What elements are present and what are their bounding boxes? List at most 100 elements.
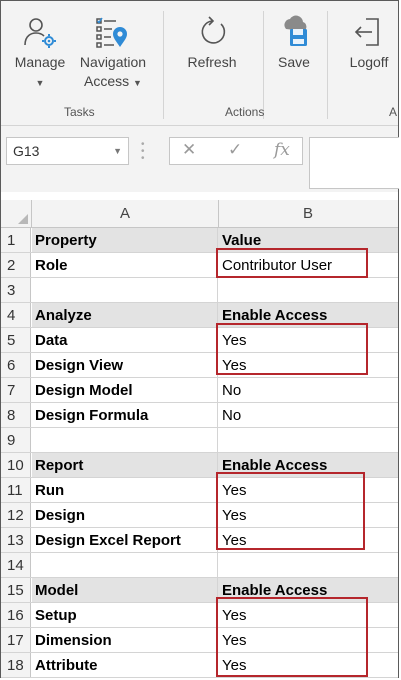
- row-header[interactable]: 6: [1, 353, 31, 377]
- tasks-group-label: Tasks: [64, 105, 95, 119]
- navigation-label: Navigation: [79, 54, 147, 70]
- chevron-down-icon: ▼: [133, 78, 142, 88]
- cell-b[interactable]: Contributor User: [218, 253, 398, 277]
- cell-b[interactable]: Enable Access: [218, 453, 398, 477]
- table-row: 1 Property Value: [1, 228, 398, 253]
- grip-icon[interactable]: • • •: [141, 140, 145, 164]
- cell-b[interactable]: Yes: [218, 503, 398, 527]
- cell-a[interactable]: Report: [32, 453, 218, 477]
- manage-button[interactable]: Manage ▼: [9, 7, 71, 93]
- row-header[interactable]: 8: [1, 403, 31, 427]
- column-header-a[interactable]: A: [32, 200, 219, 227]
- ribbon-separator: [263, 11, 264, 119]
- cell-a[interactable]: [32, 278, 218, 302]
- cell-b[interactable]: Enable Access: [218, 303, 398, 327]
- select-all-corner[interactable]: [1, 200, 32, 227]
- row-header[interactable]: 18: [1, 653, 31, 677]
- cell-a[interactable]: Design Excel Report: [32, 528, 218, 552]
- cell-b[interactable]: [218, 553, 398, 577]
- user-gear-icon: [24, 18, 56, 48]
- table-row: 13 Design Excel Report Yes: [1, 528, 398, 553]
- cell-a[interactable]: [32, 428, 218, 452]
- row-header[interactable]: 2: [1, 253, 31, 277]
- name-box-value: G13: [13, 143, 40, 159]
- row-header[interactable]: 13: [1, 528, 31, 552]
- table-row: 5 Data Yes: [1, 328, 398, 353]
- row-header[interactable]: 12: [1, 503, 31, 527]
- cell-b[interactable]: Yes: [218, 478, 398, 502]
- table-row: 9: [1, 428, 398, 453]
- cell-b[interactable]: Yes: [218, 328, 398, 352]
- enter-icon[interactable]: ✓: [228, 140, 242, 160]
- table-row: 4 Analyze Enable Access: [1, 303, 398, 328]
- table-row: 6 Design View Yes: [1, 353, 398, 378]
- cell-b[interactable]: Yes: [218, 628, 398, 652]
- cell-a[interactable]: Analyze: [32, 303, 218, 327]
- row-header[interactable]: 15: [1, 578, 31, 602]
- formula-bar: G13 ▼ • • • ✕ ✓ fx: [1, 126, 399, 192]
- name-box[interactable]: G13 ▼: [6, 137, 129, 165]
- cancel-icon[interactable]: ✕: [182, 140, 196, 160]
- cell-a[interactable]: Dimension: [32, 628, 218, 652]
- row-header[interactable]: 10: [1, 453, 31, 477]
- table-row: 10 Report Enable Access: [1, 453, 398, 478]
- cell-a[interactable]: Model: [32, 578, 218, 602]
- refresh-icon: [201, 16, 226, 44]
- fx-icon[interactable]: fx: [274, 140, 290, 160]
- row-header[interactable]: 1: [1, 228, 31, 252]
- column-header-b[interactable]: B: [218, 200, 398, 227]
- cell-a[interactable]: Setup: [32, 603, 218, 627]
- cell-a[interactable]: Attribute: [32, 653, 218, 677]
- chevron-down-icon[interactable]: ▼: [113, 138, 122, 164]
- formula-input[interactable]: [309, 137, 399, 189]
- cell-b[interactable]: Enable Access: [218, 578, 398, 602]
- cell-a[interactable]: Design: [32, 503, 218, 527]
- save-button[interactable]: Save: [271, 7, 317, 72]
- cell-b[interactable]: Yes: [218, 603, 398, 627]
- row-header[interactable]: 11: [1, 478, 31, 502]
- logoff-button[interactable]: Logoff: [341, 7, 397, 72]
- refresh-button[interactable]: Refresh: [181, 7, 243, 72]
- row-header[interactable]: 7: [1, 378, 31, 402]
- manage-label: Manage: [14, 54, 66, 70]
- table-row: 12 Design Yes: [1, 503, 398, 528]
- refresh-label: Refresh: [187, 54, 237, 70]
- row-header[interactable]: 14: [1, 553, 31, 577]
- row-header[interactable]: 3: [1, 278, 31, 302]
- table-row: 17 Dimension Yes: [1, 628, 398, 653]
- cell-b[interactable]: Value: [218, 228, 398, 252]
- table-row: 3: [1, 278, 398, 303]
- table-row: 14: [1, 553, 398, 578]
- column-header-row: A B: [1, 200, 398, 228]
- cell-b[interactable]: Yes: [218, 653, 398, 677]
- cell-a[interactable]: [32, 553, 218, 577]
- table-row: 16 Setup Yes: [1, 603, 398, 628]
- table-row: 11 Run Yes: [1, 478, 398, 503]
- cell-b[interactable]: Yes: [218, 353, 398, 377]
- cell-a[interactable]: Property: [32, 228, 218, 252]
- chevron-down-icon: ▼: [35, 78, 45, 88]
- row-header[interactable]: 9: [1, 428, 31, 452]
- cell-b[interactable]: No: [218, 378, 398, 402]
- cell-a[interactable]: Design Formula: [32, 403, 218, 427]
- row-header[interactable]: 5: [1, 328, 31, 352]
- cell-b[interactable]: [218, 278, 398, 302]
- actions-group-label: Actions: [225, 105, 265, 119]
- checklist-location-icon: [96, 17, 127, 48]
- navigation-access-button[interactable]: Navigation Access ▼: [73, 7, 153, 93]
- cell-a[interactable]: Role: [32, 253, 218, 277]
- row-header[interactable]: 16: [1, 603, 31, 627]
- ribbon-separator: [163, 11, 164, 119]
- logoff-label: Logoff: [349, 54, 389, 70]
- cell-b[interactable]: [218, 428, 398, 452]
- cell-a[interactable]: Run: [32, 478, 218, 502]
- row-header[interactable]: 4: [1, 303, 31, 327]
- cell-b[interactable]: No: [218, 403, 398, 427]
- cell-a[interactable]: Design Model: [32, 378, 218, 402]
- cell-b[interactable]: Yes: [218, 528, 398, 552]
- cell-a[interactable]: Design View: [32, 353, 218, 377]
- truncated-group-label: A: [389, 105, 398, 119]
- cell-a[interactable]: Data: [32, 328, 218, 352]
- row-header[interactable]: 17: [1, 628, 31, 652]
- cloud-save-icon: [284, 15, 307, 46]
